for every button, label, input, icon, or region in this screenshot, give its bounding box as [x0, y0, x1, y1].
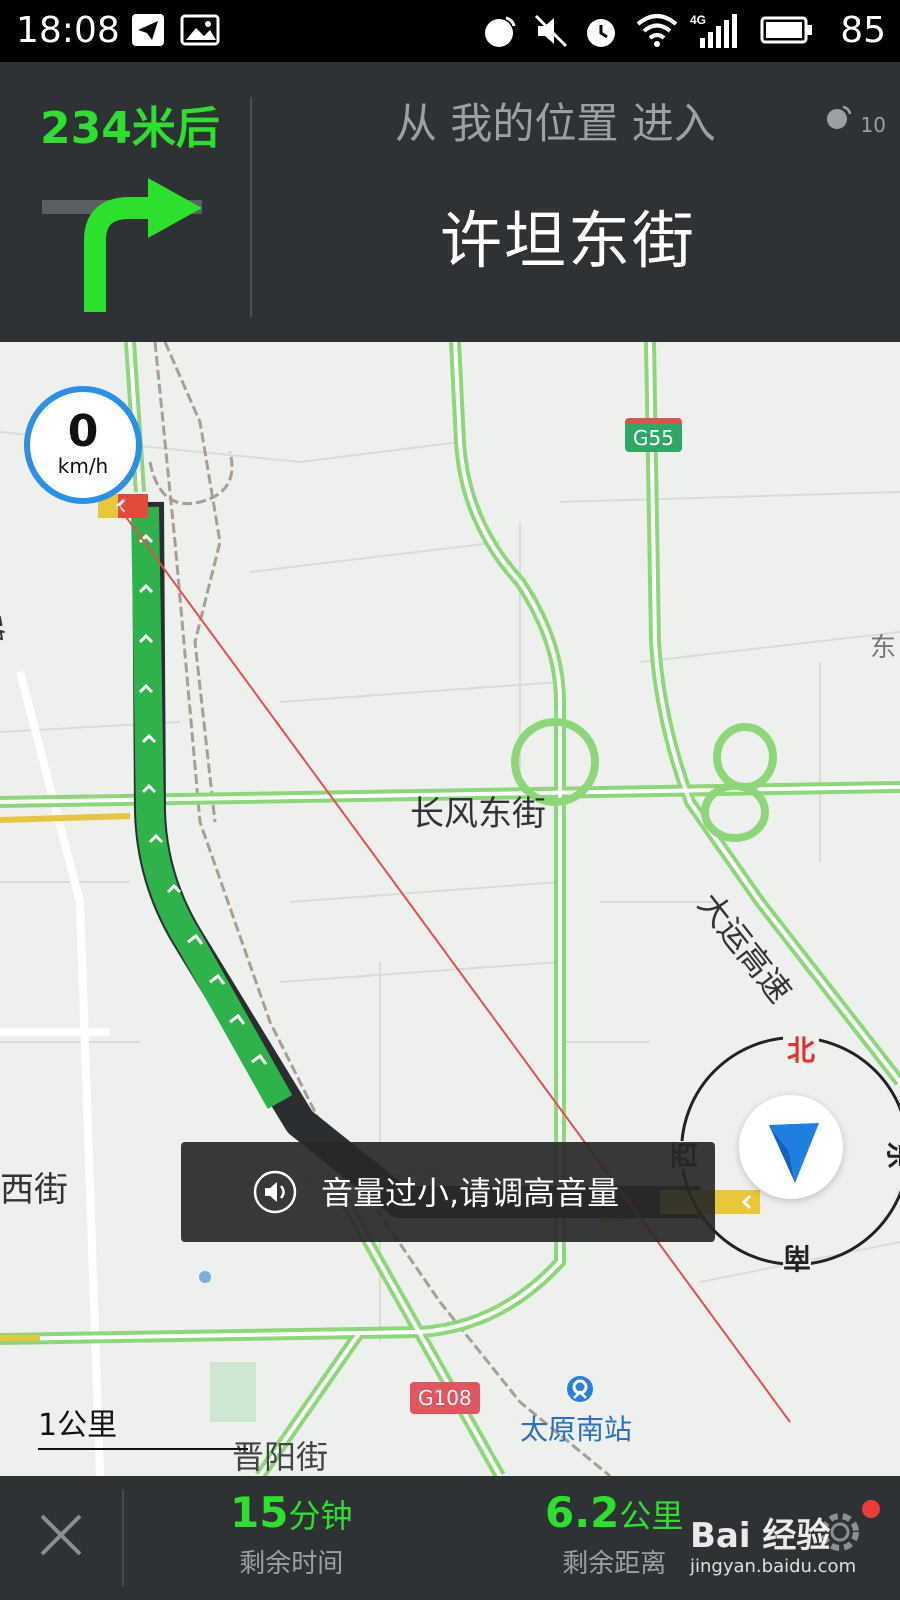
battery-percent: 85 — [840, 10, 886, 51]
speed-indicator: 0 km/h — [24, 386, 142, 504]
remaining-time-value: 15 — [230, 1488, 289, 1537]
status-bar: 18:08 4G 85 — [0, 0, 900, 62]
baidu-watermark-url: jingyan.baidu.com — [690, 1556, 857, 1577]
road-label-xijie: 西街 — [0, 1170, 68, 1210]
map-scale-label: 1公里 — [38, 1408, 118, 1443]
remaining-distance-caption: 剩余距离 — [562, 1549, 667, 1579]
compass-north: 北 — [783, 1029, 820, 1069]
compass-south: 南 — [783, 1239, 812, 1279]
svg-text:4G: 4G — [690, 13, 706, 27]
car-position-arrow-icon — [739, 1095, 843, 1199]
station-label-taiyuan-south: 太原南站 — [520, 1413, 633, 1446]
telegram-icon — [130, 12, 166, 52]
battery-icon — [760, 12, 814, 52]
header-divider — [250, 97, 252, 317]
baidu-watermark: Bai 经验 — [690, 1516, 831, 1556]
map-scale-bar — [38, 1448, 248, 1450]
gps-satellite-icon — [824, 105, 860, 137]
speed-value: 0 — [67, 406, 99, 457]
remaining-time-unit: 分钟 — [288, 1497, 353, 1535]
speaker-icon — [253, 1170, 297, 1218]
signal-icon: 4G — [690, 12, 740, 54]
toast-message: 音量过小,请调高音量 — [321, 1174, 620, 1212]
remaining-distance: 6.2公里 剩余距离 — [545, 1488, 683, 1580]
map-canvas — [0, 342, 900, 1476]
alarm-icon — [582, 12, 620, 54]
volume-toast: 音量过小,请调高音量 — [181, 1142, 715, 1242]
status-time: 18:08 — [16, 10, 120, 51]
turn-distance: 234米后 — [40, 103, 220, 154]
remaining-time: 15分钟 剩余时间 — [230, 1488, 352, 1580]
compass-east: 东 — [881, 1140, 900, 1170]
bottom-divider — [122, 1490, 124, 1586]
wifi-icon — [636, 12, 678, 54]
notification-dot — [862, 1500, 880, 1518]
gps-status: 10 — [824, 102, 886, 137]
road-label-changfeng: 长风东街 — [410, 794, 546, 834]
from-location: 从 我的位置 进入 — [395, 99, 716, 148]
highway-shield-g108: G108 — [410, 1382, 480, 1414]
speed-unit: km/h — [57, 454, 109, 478]
next-street: 许坦东街 — [440, 204, 697, 277]
close-icon[interactable] — [36, 1510, 86, 1564]
navigation-header: 234米后 从 我的位置 进入 10 许坦东街 — [0, 62, 900, 342]
remaining-distance-unit: 公里 — [619, 1497, 684, 1535]
remaining-time-caption: 剩余时间 — [239, 1549, 344, 1579]
mute-icon — [532, 12, 570, 54]
image-icon — [180, 12, 220, 52]
highway-shield-g55: G55 — [625, 418, 682, 452]
gps-satellite-count: 10 — [860, 113, 886, 137]
turn-right-arrow-icon — [40, 170, 210, 324]
satellite-icon — [482, 12, 520, 54]
map-scale: 1公里 — [38, 1400, 248, 1450]
road-label-east-edge: 东 — [870, 633, 897, 663]
remaining-distance-value: 6.2 — [545, 1488, 620, 1537]
map-view[interactable]: 长风东街 西街 晋阳街 东 南路 大运高速 G55 G108 太原南站 — [0, 342, 900, 1476]
